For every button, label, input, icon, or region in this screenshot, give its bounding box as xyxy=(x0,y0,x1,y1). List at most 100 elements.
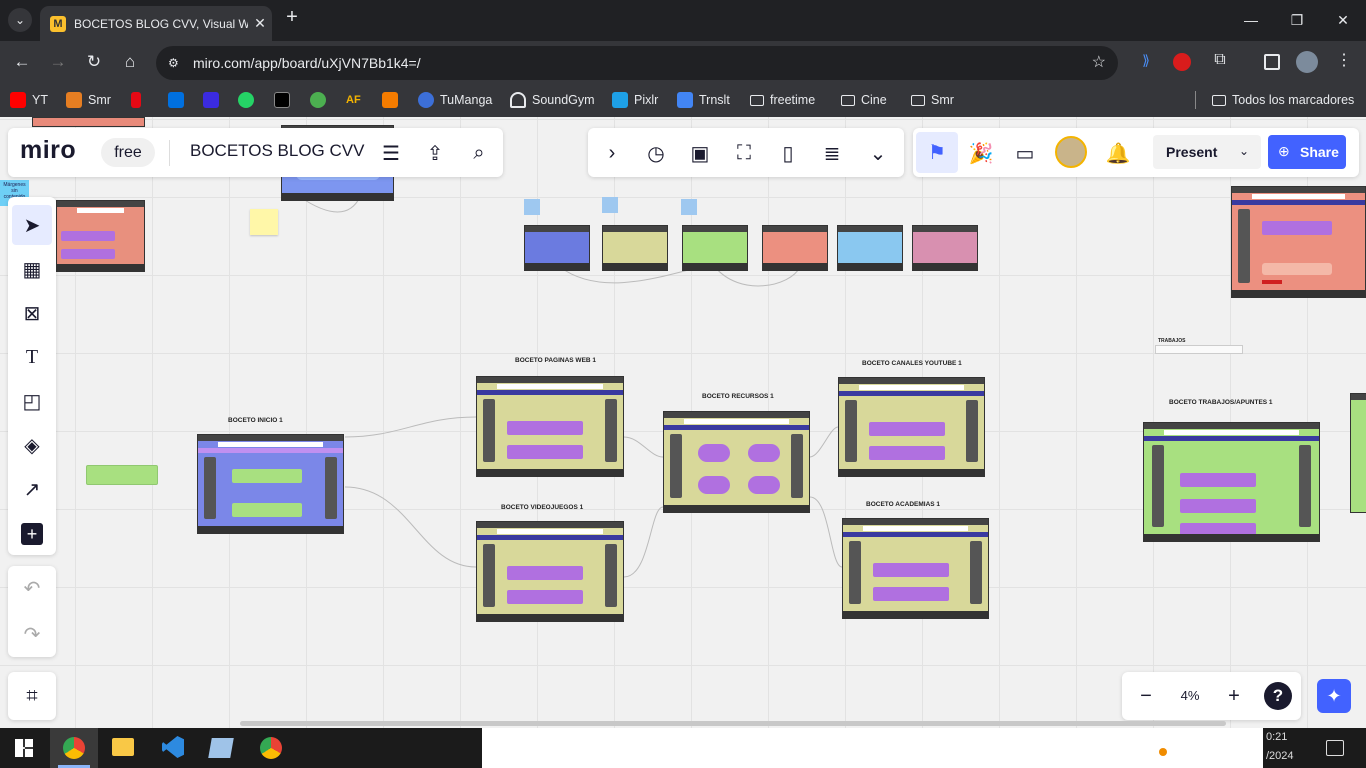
site-info-icon[interactable]: ⚙ xyxy=(168,46,179,80)
connector-arrow-icon[interactable]: ↗ xyxy=(16,473,48,505)
new-tab-icon[interactable]: + xyxy=(280,6,304,34)
sketch-academias[interactable] xyxy=(842,518,989,619)
ai-assist-icon[interactable]: ✦ xyxy=(1317,679,1351,713)
reactions-filter-icon[interactable]: ⚑ xyxy=(916,132,958,173)
extensions-puzzle-icon[interactable]: ⧉ xyxy=(1210,51,1230,71)
sketch-inicio[interactable] xyxy=(197,434,344,534)
bookmark-purple[interactable] xyxy=(203,91,225,109)
expand-icon[interactable]: › xyxy=(596,137,628,169)
board-canvas[interactable]: Márgenes sin contenido TRABAJOS BOCETO I… xyxy=(0,117,1366,729)
sketch-canales[interactable] xyxy=(838,377,985,477)
search-icon[interactable]: ⌕ xyxy=(463,137,495,169)
more-tools-icon[interactable]: ⌄ xyxy=(862,137,894,169)
frames-icon[interactable]: ⌗ xyxy=(16,680,48,712)
trabajos-small-frame[interactable] xyxy=(1155,345,1243,354)
clock-date[interactable]: /2024 xyxy=(1266,750,1294,762)
undo-icon[interactable]: ↶ xyxy=(16,572,48,604)
miro-logo[interactable]: miro xyxy=(20,136,76,165)
close-window-icon[interactable]: ✕ xyxy=(1320,0,1366,41)
mini-sketch-yellow[interactable] xyxy=(602,225,668,271)
bookmark-freetime[interactable]: freetime xyxy=(750,91,815,109)
home-icon[interactable]: ⌂ xyxy=(118,50,142,74)
help-button[interactable]: ? xyxy=(1264,682,1292,710)
taskbar-chrome-active[interactable] xyxy=(50,728,98,768)
bookmark-soundgym[interactable]: SoundGym xyxy=(510,91,595,109)
reload-icon[interactable]: ↻ xyxy=(82,50,106,74)
export-icon[interactable]: ⇪ xyxy=(419,137,451,169)
back-icon[interactable]: ← xyxy=(10,50,34,74)
green-shape[interactable] xyxy=(86,465,158,485)
voting-icon[interactable]: ▣ xyxy=(684,137,716,169)
side-panel-icon[interactable] xyxy=(1264,54,1280,70)
share-button[interactable]: ⊕ Share xyxy=(1268,135,1346,169)
bookmark-smr-folder[interactable]: Smr xyxy=(911,91,954,109)
board-title[interactable]: BOCETOS BLOG CVV xyxy=(190,141,364,161)
shapes-icon[interactable]: ◈ xyxy=(16,429,48,461)
minimize-icon[interactable]: — xyxy=(1228,0,1274,41)
profile-avatar[interactable] xyxy=(1296,51,1318,73)
sketch-recursos[interactable] xyxy=(663,411,810,513)
select-tool-icon[interactable]: ➤ xyxy=(12,205,52,245)
frame-tool-icon[interactable]: ⊠ xyxy=(16,297,48,329)
bookmark-paypal[interactable] xyxy=(168,91,190,109)
present-button[interactable]: Present ⌄ xyxy=(1153,135,1261,169)
zoom-in-icon[interactable]: + xyxy=(1218,680,1250,712)
browser-tab[interactable]: M BOCETOS BLOG CVV, Visual Wo ✕ xyxy=(40,6,272,41)
extension-wave-icon[interactable]: ⟫ xyxy=(1136,52,1156,72)
notes-icon[interactable]: ≣ xyxy=(816,137,848,169)
text-tool-icon[interactable]: T xyxy=(16,341,48,373)
sketch-paginas[interactable] xyxy=(476,376,624,477)
timer-icon[interactable]: ◷ xyxy=(640,137,672,169)
clock-time[interactable]: 0:21 xyxy=(1266,731,1287,743)
templates-icon[interactable]: ▦ xyxy=(16,253,48,285)
notifications-icon[interactable]: 🔔 xyxy=(1102,137,1134,169)
sketch-trabajos[interactable] xyxy=(1143,422,1320,542)
bookmark-yt[interactable]: YT xyxy=(10,91,48,109)
bookmark-trnslt[interactable]: Trnslt xyxy=(677,91,730,109)
plan-badge[interactable]: free xyxy=(101,138,155,167)
mini-sketch-green[interactable] xyxy=(682,225,748,271)
sketch-red-left[interactable] xyxy=(56,200,145,272)
sketch-videojuegos[interactable] xyxy=(476,521,624,622)
bookmark-whatsapp[interactable] xyxy=(238,91,260,109)
sketch-partial-top[interactable] xyxy=(32,117,145,127)
bookmark-smr[interactable]: Smr xyxy=(66,91,111,109)
add-more-icon[interactable]: + xyxy=(21,523,43,545)
mini-sketch-pink[interactable] xyxy=(912,225,978,271)
chrome-menu-icon[interactable]: ⋮ xyxy=(1336,50,1352,74)
bookmark-pixlr[interactable]: Pixlr xyxy=(612,91,658,109)
tab-search-icon[interactable]: ⌄ xyxy=(8,8,32,32)
app-icon[interactable] xyxy=(208,738,234,758)
redo-icon[interactable]: ↷ xyxy=(16,618,48,650)
sticky-note-small[interactable] xyxy=(602,197,618,213)
bookmark-af[interactable]: AF xyxy=(346,91,361,109)
sticky-note-icon[interactable]: ◰ xyxy=(16,385,48,417)
zoom-level[interactable]: 4% xyxy=(1178,688,1202,703)
all-bookmarks[interactable]: Todos los marcadores xyxy=(1212,91,1354,109)
extension-red-icon[interactable] xyxy=(1173,53,1191,71)
mini-sketch-red[interactable] xyxy=(762,225,828,271)
user-avatar[interactable] xyxy=(1055,136,1087,168)
sticky-note-small[interactable] xyxy=(681,199,697,215)
chevron-down-icon[interactable]: ⌄ xyxy=(1239,144,1249,158)
restore-icon[interactable]: ❐ xyxy=(1274,0,1320,41)
zoom-out-icon[interactable]: − xyxy=(1130,680,1162,712)
sticky-note-yellow[interactable] xyxy=(250,209,278,235)
celebrate-icon[interactable]: 🎉 xyxy=(965,137,997,169)
focus-icon[interactable]: ⛶ xyxy=(728,137,760,169)
close-tab-icon[interactable]: ✕ xyxy=(248,15,272,32)
sketch-partial-right[interactable] xyxy=(1350,393,1366,513)
bookmark-colors[interactable] xyxy=(310,91,332,109)
bookmark-x[interactable] xyxy=(274,91,296,109)
bookmark-tick[interactable] xyxy=(382,91,404,109)
sketch-red-right[interactable] xyxy=(1231,186,1366,298)
notification-center-icon[interactable] xyxy=(1326,740,1344,756)
horizontal-scrollbar[interactable] xyxy=(240,721,1226,726)
bookmark-tumanga[interactable]: TuManga xyxy=(418,91,492,109)
mini-sketch-sky[interactable] xyxy=(837,225,903,271)
chrome-icon-second[interactable] xyxy=(260,737,282,759)
file-explorer-icon[interactable] xyxy=(112,738,134,756)
bookmark-cine[interactable]: Cine xyxy=(841,91,887,109)
bookmark-netflix[interactable] xyxy=(131,91,147,109)
taskbar-search-box[interactable] xyxy=(482,728,1263,768)
